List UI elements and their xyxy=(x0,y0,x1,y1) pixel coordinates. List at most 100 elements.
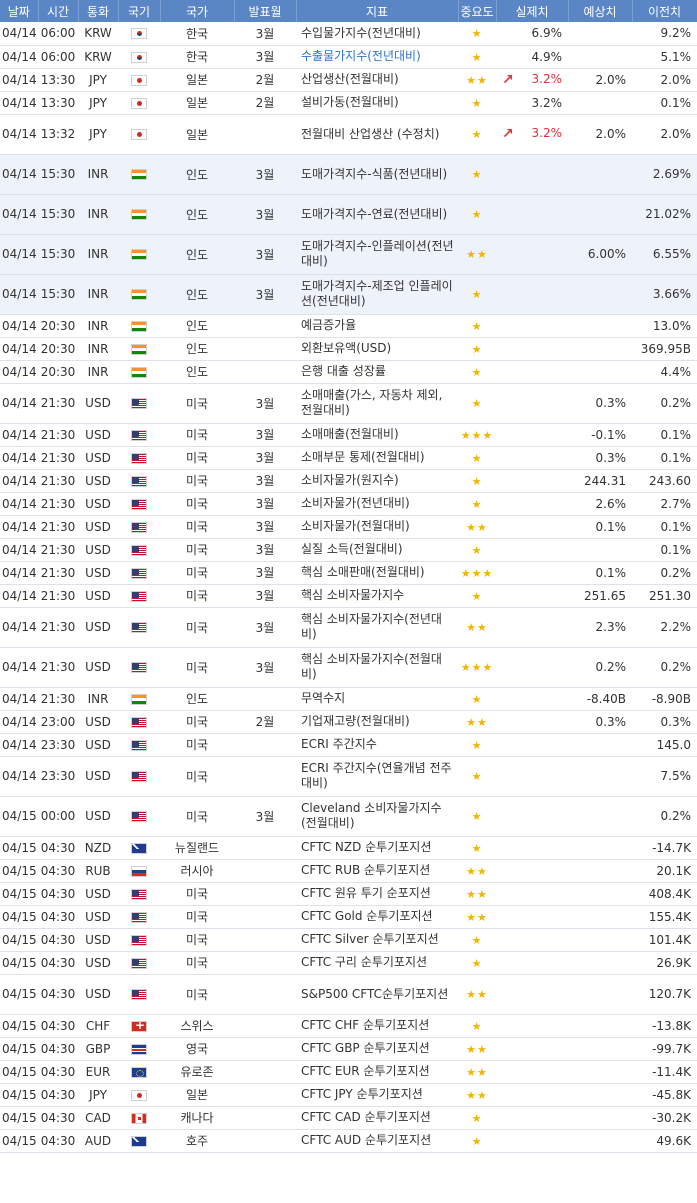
indicator-link[interactable]: Cleveland 소비자물가지수(전월대비) xyxy=(301,801,442,830)
indicator-link[interactable]: S&P500 CFTC순투기포지션 xyxy=(301,987,448,1001)
indicator-link[interactable]: 소매매출(전월대비) xyxy=(301,427,399,441)
indicator-link[interactable]: CFTC EUR 순투기포지션 xyxy=(301,1064,430,1078)
table-row[interactable]: 04/15 04:30 CAD 캐나다 CFTC CAD 순투기포지션 ★ -30.2K xyxy=(0,1106,697,1130)
table-row[interactable]: 04/14 06:00 KRW 한국 3월 수출물가지수(전년대비) ★ 4.9% 5.1% xyxy=(0,45,697,69)
indicator-link[interactable]: CFTC GBP 순투기포지션 xyxy=(301,1041,430,1055)
indicator-link[interactable]: CFTC NZD 순투기포지션 xyxy=(301,840,431,854)
indicator-cell[interactable]: 설비가동(전월대비) xyxy=(296,91,458,115)
table-row[interactable]: 04/14 21:30 INR 인도 무역수지 ★ -8.40B -8.90B xyxy=(0,687,697,711)
header-forecast[interactable]: 예상치 xyxy=(568,0,633,22)
indicator-cell[interactable]: 외환보유액(USD) xyxy=(296,337,458,361)
indicator-link[interactable]: 소매부문 통제(전월대비) xyxy=(301,450,425,464)
table-row[interactable]: 04/14 23:30 USD 미국 ECRI 주간지수(연율개념 전주대비) ★ 7.5% xyxy=(0,756,697,797)
indicator-link[interactable]: 소비자물가(전년대비) xyxy=(301,496,410,510)
indicator-cell[interactable]: CFTC AUD 순투기포지션 xyxy=(296,1129,458,1153)
table-row[interactable]: 04/14 06:00 KRW 한국 3월 수입물가지수(전년대비) ★ 6.9% 9.2% xyxy=(0,22,697,46)
indicator-cell[interactable]: Cleveland 소비자물가지수(전월대비) xyxy=(296,796,458,837)
indicator-link[interactable]: 소비자물가(원지수) xyxy=(301,473,399,487)
indicator-cell[interactable]: 도매가격지수-인플레이션(전년대비) xyxy=(296,234,458,275)
indicator-link[interactable]: CFTC Gold 순투기포지션 xyxy=(301,909,433,923)
table-row[interactable]: 04/1504:30CHF 스위스 CFTC CHF 순투기포지션 ★ -13.8K xyxy=(0,1014,697,1038)
indicator-link[interactable]: ECRI 주간지수 xyxy=(301,737,377,751)
indicator-cell[interactable]: 예금증가율 xyxy=(296,314,458,338)
indicator-link[interactable]: CFTC CHF 순투기포지션 xyxy=(301,1018,429,1032)
header-indicator[interactable]: 지표 xyxy=(296,0,459,22)
indicator-link[interactable]: 핵심 소비자물가지수(전년대비) xyxy=(301,612,442,641)
table-row[interactable]: 04/15 04:30 NZD 뉴질랜드 CFTC NZD 순투기포지션 ★ -14.7K xyxy=(0,836,697,860)
table-row[interactable]: 04/14 21:30 USD 미국 3월 소매매출(전월대비) ★★★ -0.1% 0.1% xyxy=(0,423,697,447)
header-currency[interactable]: 통화 xyxy=(78,0,119,22)
indicator-cell[interactable]: 기업재고량(전월대비) xyxy=(296,710,458,734)
table-row[interactable]: 04/14 13:30 JPY 일본 2월 설비가동(전월대비) ★ 3.2% 0.1% xyxy=(0,91,697,115)
table-row[interactable]: 04/14 21:30 USD 미국 3월 소비자물가(전월대비) ★★ 0.1% 0.1% xyxy=(0,515,697,539)
indicator-link[interactable]: 도매가격지수-연료(전년대비) xyxy=(301,207,447,221)
indicator-cell[interactable]: 핵심 소비자물가지수 xyxy=(296,584,458,608)
indicator-cell[interactable]: CFTC JPY 순투기포지션 xyxy=(296,1083,458,1107)
indicator-link[interactable]: 외환보유액(USD) xyxy=(301,341,391,355)
table-row[interactable]: 04/14 21:30 USD 미국 3월 소비자물가(원지수) ★ 244.31 243.60 xyxy=(0,469,697,493)
indicator-cell[interactable]: CFTC Gold 순투기포지션 xyxy=(296,905,458,929)
indicator-link[interactable]: 전월대비 산업생산 (수정치) xyxy=(301,127,439,141)
table-row[interactable]: 04/15 04:30 RUB 러시아 CFTC RUB 순투기포지션 ★★ 20.1K xyxy=(0,859,697,883)
table-row[interactable]: 04/14 21:30 USD 미국 3월 핵심 소비자물가지수 ★ 251.65 251.30 xyxy=(0,584,697,608)
table-row[interactable]: 04/14 21:30 USD 미국 3월 소매매출(가스, 자동차 제외, 전월대비) ★… xyxy=(0,383,697,424)
indicator-cell[interactable]: 핵심 소비자물가지수(전년대비) xyxy=(296,607,458,648)
indicator-cell[interactable]: ECRI 주간지수(연율개념 전주대비) xyxy=(296,756,458,797)
header-time[interactable]: 시간 xyxy=(38,0,79,22)
indicator-cell[interactable]: 소비자물가(원지수) xyxy=(296,469,458,493)
indicator-link[interactable]: ECRI 주간지수(연율개념 전주대비) xyxy=(301,761,452,790)
indicator-cell[interactable]: CFTC 구리 순투기포지션 xyxy=(296,951,458,975)
indicator-cell[interactable]: 무역수지 xyxy=(296,687,458,711)
indicator-cell[interactable]: 전월대비 산업생산 (수정치) xyxy=(296,114,458,155)
table-row[interactable]: 04/15 04:30 USD 미국 CFTC Gold 순투기포지션 ★★ 155.4K xyxy=(0,905,697,929)
table-row[interactable]: 04/14 15:30 INR 인도 3월 도매가격지수-제조업 인플레이션(전년대비) ★… xyxy=(0,274,697,315)
indicator-link[interactable]: 핵심 소매판매(전월대비) xyxy=(301,565,425,579)
indicator-link[interactable]: 실질 소득(전월대비) xyxy=(301,542,403,556)
indicator-link[interactable]: 도매가격지수-인플레이션(전년대비) xyxy=(301,239,454,268)
table-row[interactable]: 04/14 20:30 INR 인도 외환보유액(USD) ★ 369.95B xyxy=(0,337,697,361)
indicator-cell[interactable]: S&P500 CFTC순투기포지션 xyxy=(296,974,458,1015)
indicator-link[interactable]: 예금증가율 xyxy=(301,318,356,332)
table-row[interactable]: 04/15 04:30 JPY 일본 CFTC JPY 순투기포지션 ★★ -45.8K xyxy=(0,1083,697,1107)
indicator-link[interactable]: 핵심 소비자물가지수 xyxy=(301,588,404,602)
table-row[interactable]: 04/15 04:30 AUD 호주 CFTC AUD 순투기포지션 ★ 49.6K xyxy=(0,1129,697,1153)
indicator-link[interactable]: CFTC AUD 순투기포지션 xyxy=(301,1133,431,1147)
header-importance[interactable]: 중요도 xyxy=(458,0,497,22)
table-row[interactable]: 04/14 13:32 JPY 일본 전월대비 산업생산 (수정치) ★ ↗ 3.2% 2.0%… xyxy=(0,114,697,155)
indicator-cell[interactable]: ECRI 주간지수 xyxy=(296,733,458,757)
table-row[interactable]: 04/14 15:30 INR 인도 3월 도매가격지수-식품(전년대비) ★ 2.69% xyxy=(0,154,697,195)
table-row[interactable]: 04/14 23:00 USD 미국 2월 기업재고량(전월대비) ★★ 0.3% 0.3% xyxy=(0,710,697,734)
table-row[interactable]: 04/14 23:30 USD 미국 ECRI 주간지수 ★ 145.0 xyxy=(0,733,697,757)
indicator-cell[interactable]: 소매매출(가스, 자동차 제외, 전월대비) xyxy=(296,383,458,424)
table-row[interactable]: 04/15 04:30 USD 미국 CFTC 구리 순투기포지션 ★ 26.9K xyxy=(0,951,697,975)
indicator-cell[interactable]: CFTC CAD 순투기포지션 xyxy=(296,1106,458,1130)
table-row[interactable]: 04/14 13:30 JPY 일본 2월 산업생산(전월대비) ★★ ↗ 3.2% 2.0% 2.… xyxy=(0,68,697,92)
indicator-link[interactable]: CFTC Silver 순투기포지션 xyxy=(301,932,439,946)
indicator-cell[interactable]: 도매가격지수-제조업 인플레이션(전년대비) xyxy=(296,274,458,315)
indicator-link[interactable]: CFTC CAD 순투기포지션 xyxy=(301,1110,431,1124)
indicator-cell[interactable]: CFTC 원유 투기 순포지션 xyxy=(296,882,458,906)
indicator-link[interactable]: 도매가격지수-제조업 인플레이션(전년대비) xyxy=(301,279,453,308)
table-row[interactable]: 04/14 15:30 INR 인도 3월 도매가격지수-연료(전년대비) ★ 21.02% xyxy=(0,194,697,235)
indicator-cell[interactable]: 수입물가지수(전년대비) xyxy=(296,22,458,46)
indicator-link[interactable]: CFTC 구리 순투기포지션 xyxy=(301,955,427,969)
table-row[interactable]: 04/14 21:30 USD 미국 3월 핵심 소비자물가지수(전년대비) ★★ 2.3% 2… xyxy=(0,607,697,648)
table-row[interactable]: 04/14 15:30 INR 인도 3월 도매가격지수-인플레이션(전년대비) ★★ 6.0… xyxy=(0,234,697,275)
table-row[interactable]: 04/14 20:30 INR 인도 예금증가율 ★ 13.0% xyxy=(0,314,697,338)
indicator-cell[interactable]: 소비자물가(전월대비) xyxy=(296,515,458,539)
indicator-cell[interactable]: 소매부문 통제(전월대비) xyxy=(296,446,458,470)
table-row[interactable]: 04/14 21:30 USD 미국 3월 핵심 소비자물가지수(전월대비) ★★★ 0.2%… xyxy=(0,647,697,688)
indicator-link[interactable]: 소비자물가(전월대비) xyxy=(301,519,410,533)
indicator-link[interactable]: CFTC 원유 투기 순포지션 xyxy=(301,886,431,900)
indicator-cell[interactable]: 핵심 소매판매(전월대비) xyxy=(296,561,458,585)
indicator-link[interactable]: 핵심 소비자물가지수(전월대비) xyxy=(301,652,442,681)
indicator-link[interactable]: 도매가격지수-식품(전년대비) xyxy=(301,167,447,181)
table-row[interactable]: 04/15 00:00 USD 미국 3월 Cleveland 소비자물가지수(전월대비)… xyxy=(0,796,697,837)
indicator-cell[interactable]: CFTC Silver 순투기포지션 xyxy=(296,928,458,952)
table-row[interactable]: 04/15 04:30 USD 미국 S&P500 CFTC순투기포지션 ★★ 120.7K xyxy=(0,974,697,1015)
header-actual[interactable]: 실제치 xyxy=(496,0,569,22)
indicator-link[interactable]: 기업재고량(전월대비) xyxy=(301,714,410,728)
header-release-month[interactable]: 발표월 xyxy=(234,0,297,22)
indicator-link[interactable]: CFTC JPY 순투기포지션 xyxy=(301,1087,423,1101)
indicator-cell[interactable]: 도매가격지수-연료(전년대비) xyxy=(296,194,458,235)
